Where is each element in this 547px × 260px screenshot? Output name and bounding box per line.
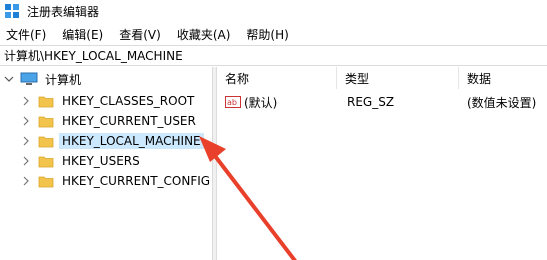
chevron-right-icon[interactable] bbox=[22, 96, 30, 106]
column-header-data[interactable]: 数据 bbox=[459, 67, 547, 89]
window-title: 注册表编辑器 bbox=[27, 5, 100, 19]
column-header-name[interactable]: 名称 bbox=[217, 67, 337, 89]
value-type: REG_SZ bbox=[347, 95, 395, 109]
chevron-right-icon[interactable] bbox=[22, 156, 30, 166]
folder-icon bbox=[38, 156, 54, 167]
value-type-cell: REG_SZ bbox=[347, 92, 394, 112]
tree-node-label: HKEY_USERS bbox=[62, 154, 140, 168]
tree-node-hku[interactable]: HKEY_USERS bbox=[22, 151, 143, 171]
address-path[interactable]: 计算机\HKEY_LOCAL_MACHINE bbox=[4, 47, 183, 64]
tree-node-hklm[interactable]: HKEY_LOCAL_MACHINE bbox=[22, 131, 204, 151]
tree-pane[interactable]: 计算机 HKEY_CLASSES_ROOT HKEY_CURRENT_USER … bbox=[0, 67, 212, 260]
tree-node-label: HKEY_CURRENT_CONFIG bbox=[62, 174, 211, 188]
chevron-right-icon[interactable] bbox=[22, 136, 30, 146]
tree-node-label: HKEY_LOCAL_MACHINE bbox=[59, 133, 204, 149]
column-header-label: 类型 bbox=[345, 71, 370, 86]
menu-help[interactable]: 帮助(H) bbox=[242, 26, 292, 43]
chevron-down-icon[interactable] bbox=[4, 74, 14, 84]
chevron-right-icon[interactable] bbox=[22, 176, 30, 186]
registry-editor-icon bbox=[5, 4, 19, 18]
column-header-type[interactable]: 类型 bbox=[337, 67, 459, 89]
svg-text:ab: ab bbox=[227, 98, 237, 107]
menu-view[interactable]: 查看(V) bbox=[115, 26, 165, 43]
tree-node-hkcu[interactable]: HKEY_CURRENT_USER bbox=[22, 111, 199, 131]
tree-node-label: HKEY_CURRENT_USER bbox=[62, 114, 196, 128]
values-pane[interactable]: 名称 类型 数据 ab (默认) REG_SZ (数值未设置) bbox=[217, 67, 547, 260]
folder-icon bbox=[38, 176, 54, 187]
folder-icon bbox=[38, 136, 54, 147]
menu-favorites[interactable]: 收藏夹(A) bbox=[173, 26, 235, 43]
tree-node-label: 计算机 bbox=[45, 72, 82, 87]
string-value-icon: ab bbox=[225, 96, 241, 108]
column-header-label: 名称 bbox=[225, 71, 250, 86]
chevron-right-icon[interactable] bbox=[22, 116, 30, 126]
value-row[interactable]: ab (默认) bbox=[225, 92, 277, 112]
tree-node-hkcc[interactable]: HKEY_CURRENT_CONFIG bbox=[22, 171, 213, 191]
title-bar: 注册表编辑器 bbox=[0, 0, 547, 22]
folder-icon bbox=[38, 116, 54, 127]
column-header-label: 数据 bbox=[467, 71, 492, 86]
tree-node-label: HKEY_CLASSES_ROOT bbox=[62, 94, 195, 108]
value-data-cell: (数值未设置) bbox=[467, 92, 536, 112]
computer-icon bbox=[20, 72, 38, 85]
value-name: (默认) bbox=[244, 95, 278, 110]
tree-node-computer[interactable]: 计算机 bbox=[4, 69, 84, 89]
menu-file[interactable]: 文件(F) bbox=[2, 26, 50, 43]
folder-icon bbox=[38, 96, 54, 107]
value-data: (数值未设置) bbox=[467, 95, 537, 110]
tree-node-hkcr[interactable]: HKEY_CLASSES_ROOT bbox=[22, 91, 197, 111]
menu-edit[interactable]: 编辑(E) bbox=[58, 26, 107, 43]
menu-bar: 文件(F) 编辑(E) 查看(V) 收藏夹(A) 帮助(H) bbox=[0, 24, 547, 45]
address-bar[interactable]: 计算机\HKEY_LOCAL_MACHINE bbox=[0, 45, 547, 66]
